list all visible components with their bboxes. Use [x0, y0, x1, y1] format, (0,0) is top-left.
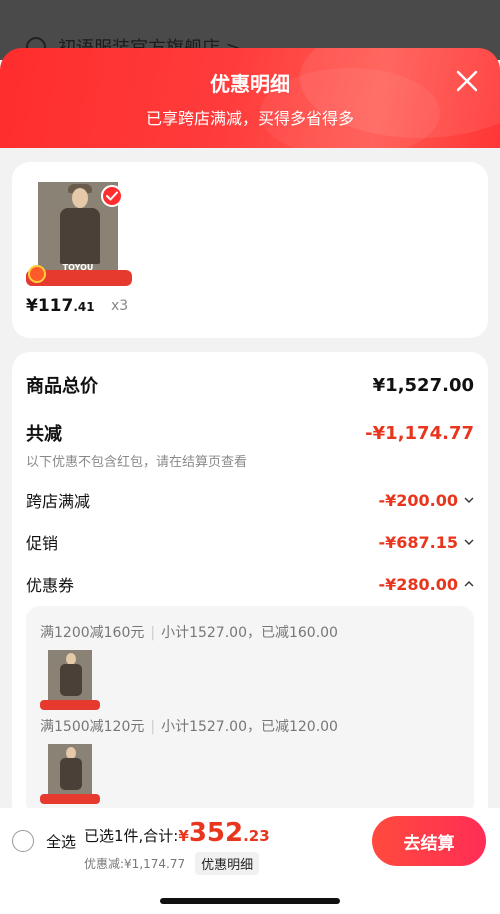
discount-row-coupon[interactable]: 优惠券 -¥280.00 — [26, 572, 474, 596]
check-icon[interactable] — [101, 185, 123, 207]
product-price: ¥117.41 — [26, 296, 95, 316]
product-quantity: x3 — [111, 298, 129, 314]
page-subtitle: 已享跨店满减，买得多省得多 — [145, 109, 354, 128]
coupon-detail-box: 满1200减160元 | 小计1527.00，已减160.00 满1500减120元… — [26, 606, 474, 816]
total-dec: .23 — [243, 827, 270, 845]
price-int: ¥117 — [26, 296, 74, 316]
discount-row-promotion[interactable]: 促销 -¥687.15 — [26, 530, 474, 554]
coupon-rule: 满1500减120元 — [40, 719, 145, 735]
discount-label: 优惠券 — [26, 576, 75, 595]
coupon-line: 满1200减160元 | 小计1527.00，已减160.00 — [40, 625, 338, 641]
select-all-label: 全选 — [46, 832, 77, 851]
discount-detail-link[interactable]: 优惠明细 — [195, 852, 260, 875]
total-price-row: 商品总价 ¥1,527.00 — [26, 372, 474, 398]
total-int: 352 — [188, 818, 244, 848]
coupon-detail: 小计1527.00，已减120.00 — [161, 719, 338, 735]
discount-value: -¥280.00 — [378, 575, 474, 594]
discount-value: -¥200.00 — [378, 491, 474, 510]
page-title: 优惠明细 — [210, 72, 290, 96]
coupon-rule: 满1200减160元 — [40, 625, 145, 641]
coupon-line: 满1500减120元 | 小计1527.00，已减120.00 — [40, 719, 338, 735]
total-price-value: ¥1,527.00 — [372, 374, 474, 396]
chevron-up-icon[interactable] — [464, 581, 474, 587]
coupon-product-thumbnail[interactable] — [40, 744, 100, 804]
close-icon[interactable] — [454, 68, 480, 94]
total-symbol: ¥ — [178, 827, 189, 845]
discount-value: -¥687.15 — [378, 533, 474, 552]
discount-summary: 优惠减:¥1,174.77 优惠明细 — [84, 852, 260, 875]
home-indicator — [160, 898, 340, 904]
select-all-radio[interactable] — [12, 830, 34, 852]
promo-strip — [26, 265, 132, 286]
promo-tag-icon — [28, 265, 46, 283]
total-price-label: 商品总价 — [26, 376, 98, 397]
checkout-button[interactable]: 去结算 — [372, 816, 486, 866]
order-summary: 已选1件,合计: ¥ 352 .23 — [84, 818, 270, 848]
select-all[interactable]: 全选 — [12, 830, 76, 852]
reduce-note: 以下优惠不包含红包，请在结算页查看 — [26, 455, 248, 470]
discount-label: 促销 — [26, 534, 59, 553]
discount-label: 跨店满减 — [26, 492, 91, 511]
discount-row-crossstore[interactable]: 跨店满减 -¥200.00 — [26, 488, 474, 512]
chevron-down-icon[interactable] — [464, 497, 474, 503]
chevron-down-icon[interactable] — [464, 539, 474, 545]
price-dec: .41 — [73, 300, 95, 314]
coupon-detail: 小计1527.00，已减160.00 — [161, 625, 338, 641]
total-reduce-value: -¥1,174.77 — [365, 422, 474, 444]
discount-header: 优惠明细 已享跨店满减，买得多省得多 — [0, 48, 500, 148]
total-reduce-row: 共减 -¥1,174.77 — [26, 420, 474, 446]
coupon-product-thumbnail[interactable] — [40, 650, 100, 710]
discount-text: 优惠减:¥1,174.77 — [84, 857, 186, 871]
selected-text: 已选1件,合计: — [84, 827, 179, 845]
total-reduce-label: 共减 — [26, 424, 62, 445]
